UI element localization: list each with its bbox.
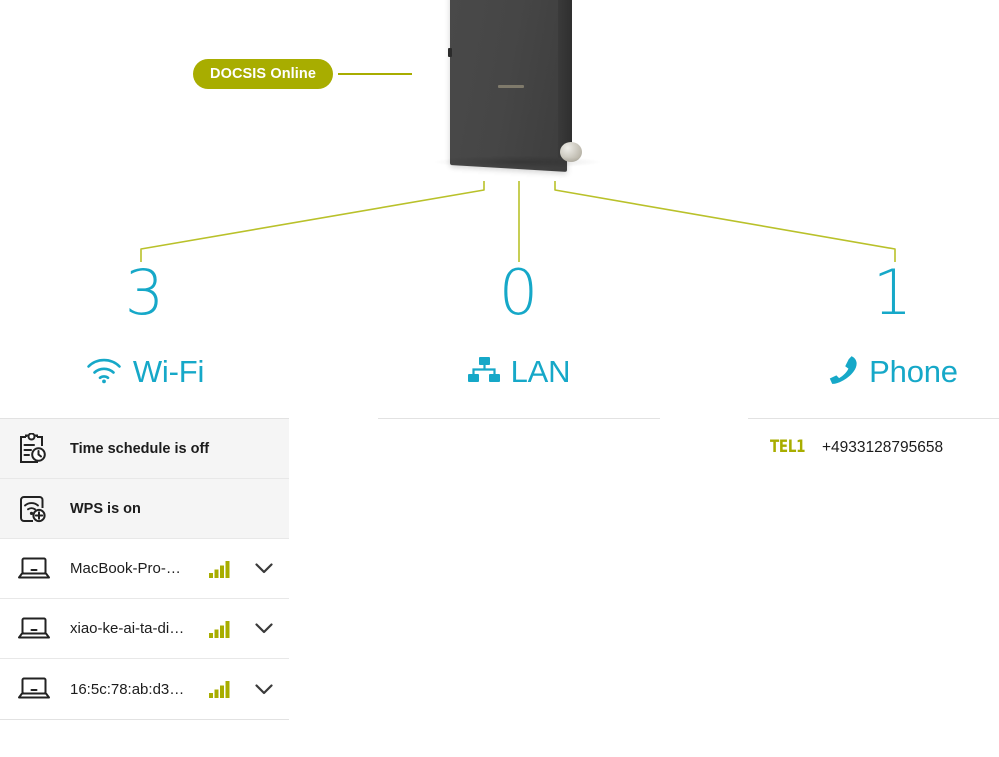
phone-line-count: 1 [872,256,913,329]
column-wifi: 3 Wi-Fi [0,262,289,392]
time-schedule-icon [17,432,57,465]
lan-divider [378,418,660,419]
wifi-column-label: Wi-Fi [132,354,205,389]
phone-line-row[interactable]: TEL1 +4933128795658 [748,419,999,457]
chevron-down-icon[interactable] [239,683,289,695]
column-phone: 1 Phone [748,262,999,392]
wifi-status-row-time-schedule[interactable]: Time schedule is off [0,419,289,479]
wifi-status-row-wps[interactable]: WPS is on [0,479,289,539]
docsis-status-badge: DOCSIS Online [193,59,334,89]
column-lan: 0 LAN [374,262,663,392]
wifi-device-row[interactable]: xiao-ke-ai-ta-di… [0,599,289,659]
phone-line-label: TEL1 [770,437,806,457]
lan-column-header[interactable]: LAN [374,352,663,392]
router-notch [448,48,452,57]
router-brand-logo [498,85,524,88]
lan-network-icon [467,356,501,389]
wifi-device-panel: Time schedule is off WPS is on MacBook-P… [0,418,289,720]
wifi-device-row[interactable]: 16:5c:78:ab:d3… [0,659,289,719]
signal-bars-icon [209,620,239,638]
chevron-down-icon[interactable] [239,563,289,574]
router-modem-illustration [410,0,630,180]
device-name: xiao-ke-ai-ta-di… [70,620,185,637]
wifi-device-count: 3 [124,256,165,329]
router-shadow [435,156,600,168]
phone-line-number: +4933128795658 [822,439,944,456]
wifi-column-header[interactable]: Wi-Fi [0,352,289,392]
time-schedule-label: Time schedule is off [70,440,210,457]
device-name: 16:5c:78:ab:d3… [70,680,185,698]
router-side-face [558,0,572,159]
phone-column-label: Phone [869,354,958,389]
lan-device-count: 0 [498,256,539,329]
wps-icon [17,493,57,525]
phone-handset-icon [827,355,859,390]
laptop-icon [17,616,57,642]
docsis-status-label: DOCSIS Online [210,66,317,82]
device-name: MacBook-Pro-… [70,560,181,577]
wps-label: WPS is on [70,500,141,517]
phone-column-header[interactable]: Phone [748,352,999,392]
wifi-device-row[interactable]: MacBook-Pro-… [0,539,289,599]
signal-bars-icon [209,560,239,578]
phone-line-panel: TEL1 +4933128795658 [748,418,999,457]
signal-bars-icon [209,680,239,698]
wifi-icon [85,356,123,389]
laptop-icon [17,676,57,702]
lan-column-label: LAN [510,354,571,389]
chevron-down-icon[interactable] [239,623,289,634]
laptop-icon [17,556,57,582]
